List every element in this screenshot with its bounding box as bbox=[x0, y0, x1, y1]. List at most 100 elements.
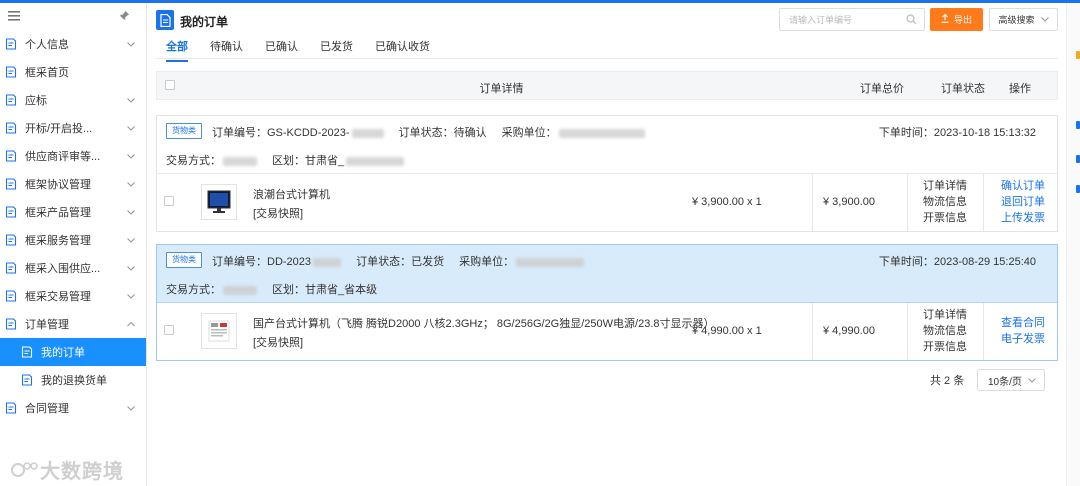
order-actions: 查看合同 电子发票 bbox=[1001, 315, 1045, 347]
order-card: 货物类 订单编号：DD-2023 订单状态：已发货 采购单位： 下单时间：202… bbox=[156, 244, 1058, 361]
menu-doc-icon bbox=[4, 177, 18, 191]
product-thumbnail[interactable] bbox=[201, 313, 237, 349]
order-header: 货物类 订单编号：DD-2023 订单状态：已发货 采购单位： 下单时间：202… bbox=[157, 245, 1057, 303]
menu-doc-icon bbox=[20, 373, 34, 387]
search-icon[interactable] bbox=[906, 14, 917, 28]
invoice-info-link[interactable]: 开票信息 bbox=[923, 339, 967, 355]
sidebar-item-supplier-review[interactable]: 供应商评审等... bbox=[0, 142, 146, 170]
menu-doc-icon bbox=[4, 93, 18, 107]
region: 区划：甘肃省_ bbox=[272, 155, 405, 167]
trade-snapshot-link[interactable]: [交易快照] bbox=[253, 205, 303, 221]
e-invoice-button[interactable]: 电子发票 bbox=[1001, 331, 1045, 347]
sidebar-item-my-orders[interactable]: 我的订单 bbox=[0, 338, 146, 366]
chevron-down-icon bbox=[1040, 15, 1049, 24]
trade-method: 交易方式： bbox=[166, 284, 257, 296]
chevron-down-icon bbox=[126, 207, 136, 217]
sidebar-item-framework-agreement[interactable]: 框架协议管理 bbox=[0, 170, 146, 198]
sidebar-item-framework-suppliers[interactable]: 框采入围供应... bbox=[0, 254, 146, 282]
order-meta-row-2: 交易方式： 区划：甘肃省_省本级 bbox=[166, 281, 389, 297]
redacted-text bbox=[223, 156, 257, 166]
chevron-down-icon bbox=[126, 123, 136, 133]
product-name[interactable]: 国产台式计算机（飞腾 腾锐D2000 八核2.3GHz； 8G/256G/2G独… bbox=[253, 315, 715, 331]
sidebar-item-label: 合同管理 bbox=[25, 403, 69, 415]
column-divider bbox=[812, 174, 813, 231]
logistics-info-link[interactable]: 物流信息 bbox=[923, 194, 967, 210]
advanced-search-button[interactable]: 高级搜索 bbox=[989, 8, 1058, 31]
sidebar-item-my-returns[interactable]: 我的退换货单 bbox=[0, 366, 146, 394]
menu-doc-icon bbox=[20, 345, 34, 359]
upload-invoice-button[interactable]: 上传发票 bbox=[1001, 210, 1045, 226]
top-accent-bar bbox=[0, 0, 1080, 3]
redacted-text bbox=[346, 156, 405, 166]
trade-snapshot-link[interactable]: [交易快照] bbox=[253, 334, 303, 350]
side-marker bbox=[1076, 121, 1080, 129]
order-time: 下单时间：2023-10-18 15:13:32 bbox=[878, 127, 1036, 139]
sidebar-item-label: 框采产品管理 bbox=[25, 207, 91, 219]
export-button[interactable]: 导出 bbox=[930, 8, 983, 31]
column-actions: 操作 bbox=[1009, 83, 1031, 95]
order-total: ¥ 4,990.00 bbox=[823, 325, 875, 337]
order-status-text: 订单状态：待确认 bbox=[398, 127, 487, 139]
trade-method: 交易方式： bbox=[166, 155, 257, 167]
row-checkbox[interactable] bbox=[164, 325, 174, 335]
sidebar-item-bidding[interactable]: 应标 bbox=[0, 86, 146, 114]
menu-doc-icon bbox=[4, 233, 18, 247]
chevron-down-icon bbox=[126, 235, 136, 245]
side-marker bbox=[1076, 51, 1080, 59]
order-time: 下单时间：2023-08-29 15:25:40 bbox=[878, 256, 1036, 268]
advanced-search-label: 高级搜索 bbox=[998, 15, 1035, 25]
sidebar-item-label: 框采入围供应... bbox=[25, 263, 101, 275]
order-card: 货物类 订单编号：GS-KCDD-2023- 订单状态：待确认 采购单位： 下单… bbox=[156, 115, 1058, 232]
order-status-links: 订单详情 物流信息 开票信息 bbox=[923, 307, 967, 355]
sidebar-item-framework-home[interactable]: 框采首页 bbox=[0, 58, 146, 86]
pin-icon[interactable] bbox=[119, 9, 130, 24]
hamburger-icon[interactable] bbox=[8, 9, 20, 24]
redacted-text bbox=[223, 285, 257, 295]
confirm-order-button[interactable]: 确认订单 bbox=[1001, 178, 1045, 194]
column-order-total: 订单总价 bbox=[860, 83, 904, 95]
sidebar-item-label: 我的退换货单 bbox=[41, 375, 107, 387]
chevron-down-icon bbox=[126, 39, 136, 49]
product-name[interactable]: 浪潮台式计算机 bbox=[253, 186, 330, 202]
sidebar-item-framework-transactions[interactable]: 框采交易管理 bbox=[0, 282, 146, 310]
sidebar-item-order-management[interactable]: 订单管理 bbox=[0, 310, 146, 338]
document-icon bbox=[156, 10, 174, 30]
order-details-link[interactable]: 订单详情 bbox=[923, 307, 967, 323]
sidebar-item-framework-services[interactable]: 框采服务管理 bbox=[0, 226, 146, 254]
menu-doc-icon bbox=[4, 401, 18, 415]
menu-doc-icon bbox=[4, 65, 18, 79]
sidebar-item-contract-management[interactable]: 合同管理 bbox=[0, 394, 146, 422]
sidebar-item-bid-opening[interactable]: 开标/开启投... bbox=[0, 114, 146, 142]
order-search-box[interactable] bbox=[779, 8, 925, 31]
order-status-text: 订单状态：已发货 bbox=[356, 256, 445, 268]
page-size-select[interactable]: 10条/页 bbox=[977, 369, 1045, 391]
order-details-link[interactable]: 订单详情 bbox=[923, 178, 967, 194]
chevron-down-icon bbox=[126, 263, 136, 273]
column-order-details: 订单详情 bbox=[479, 83, 524, 95]
order-search-input[interactable] bbox=[780, 9, 898, 30]
column-divider bbox=[983, 174, 984, 231]
menu-doc-icon bbox=[4, 317, 18, 331]
sidebar-item-personal-info[interactable]: 个人信息 bbox=[0, 30, 146, 58]
table-header: 订单详情 订单总价 订单状态 操作 bbox=[156, 71, 1058, 100]
side-marker bbox=[1076, 155, 1080, 163]
chevron-down-icon bbox=[126, 95, 136, 105]
chevron-down-icon bbox=[1028, 376, 1036, 385]
return-order-button[interactable]: 退回订单 bbox=[1001, 194, 1045, 210]
region: 区划：甘肃省_省本级 bbox=[272, 284, 378, 296]
invoice-info-link[interactable]: 开票信息 bbox=[923, 210, 967, 226]
product-thumbnail[interactable] bbox=[201, 184, 237, 220]
view-contract-button[interactable]: 查看合同 bbox=[1001, 315, 1045, 331]
unit-price: ¥ 4,990.00 x 1 bbox=[692, 325, 762, 337]
order-status-links: 订单详情 物流信息 开票信息 bbox=[923, 178, 967, 226]
logistics-info-link[interactable]: 物流信息 bbox=[923, 323, 967, 339]
buyer-unit: 采购单位： bbox=[502, 127, 645, 139]
sidebar-item-framework-products[interactable]: 框采产品管理 bbox=[0, 198, 146, 226]
order-header: 货物类 订单编号：GS-KCDD-2023- 订单状态：待确认 采购单位： 下单… bbox=[157, 116, 1057, 174]
redacted-text bbox=[351, 128, 384, 138]
sidebar-header bbox=[0, 3, 146, 30]
menu-doc-icon bbox=[4, 121, 18, 135]
menu-doc-icon bbox=[4, 289, 18, 303]
chevron-up-icon bbox=[126, 319, 136, 329]
row-checkbox[interactable] bbox=[164, 196, 174, 206]
